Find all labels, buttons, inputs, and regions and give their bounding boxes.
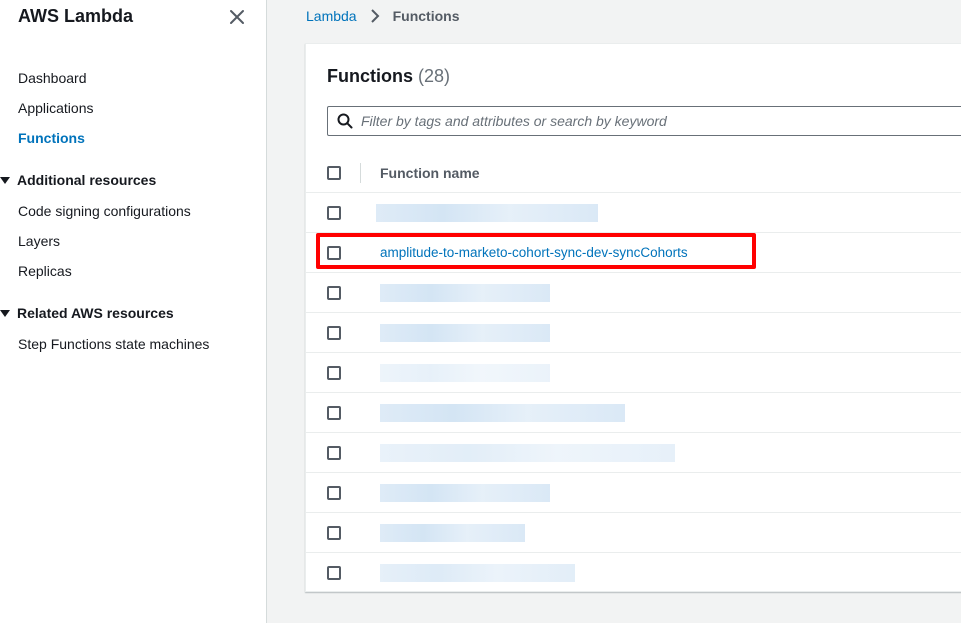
sidebar-item-code-signing[interactable]: Code signing configurations [18, 203, 191, 219]
breadcrumb-lambda[interactable]: Lambda [306, 8, 357, 24]
redacted-function-name [380, 364, 550, 382]
section-additional-resources[interactable]: Additional resources [0, 172, 156, 188]
redacted-function-name [380, 484, 550, 502]
function-link[interactable]: amplitude-to-marketo-cohort-sync-dev-syn… [380, 245, 688, 260]
table-row [306, 193, 961, 233]
select-all-checkbox[interactable] [327, 166, 341, 180]
table-row [306, 553, 961, 593]
functions-panel: Functions (28) Function name amplitude-t… [305, 43, 961, 592]
redacted-function-name [380, 404, 625, 422]
table-row [306, 393, 961, 433]
table-row [306, 433, 961, 473]
caret-down-icon [0, 176, 10, 184]
row-checkbox[interactable] [327, 486, 341, 500]
search-bar[interactable] [327, 106, 961, 136]
redacted-function-name [376, 204, 598, 222]
sidebar-title: AWS Lambda [18, 6, 134, 26]
caret-down-icon [0, 309, 10, 317]
search-input[interactable] [361, 113, 961, 129]
row-checkbox[interactable] [327, 526, 341, 540]
redacted-function-name [380, 564, 575, 582]
row-checkbox[interactable] [327, 566, 341, 580]
table-row [306, 353, 961, 393]
sidebar: AWS Lambda Dashboard Applications Functi… [0, 0, 267, 623]
row-checkbox[interactable] [327, 406, 341, 420]
search-icon [337, 113, 353, 129]
row-checkbox[interactable] [327, 326, 341, 340]
row-checkbox[interactable] [327, 246, 341, 260]
section-label: Additional resources [17, 172, 157, 188]
breadcrumb: Lambda Functions [306, 8, 459, 24]
function-count: (28) [418, 66, 451, 86]
sidebar-item-layers[interactable]: Layers [18, 233, 60, 249]
sidebar-item-replicas[interactable]: Replicas [18, 263, 72, 279]
table-header: Function name [306, 153, 961, 193]
section-related-aws-resources[interactable]: Related AWS resources [0, 305, 174, 321]
table-row [306, 513, 961, 553]
column-divider [360, 163, 361, 183]
column-header-function-name[interactable]: Function name [380, 165, 480, 181]
table-row [306, 313, 961, 353]
panel-title: Functions (28) [327, 66, 450, 87]
row-checkbox[interactable] [327, 206, 341, 220]
redacted-function-name [380, 524, 525, 542]
row-checkbox[interactable] [327, 366, 341, 380]
sidebar-item-dashboard[interactable]: Dashboard [18, 70, 87, 86]
table-row [306, 273, 961, 313]
table-row [306, 473, 961, 513]
close-icon[interactable] [228, 8, 246, 26]
row-checkbox[interactable] [327, 286, 341, 300]
sidebar-item-applications[interactable]: Applications [18, 100, 94, 116]
sidebar-item-step-functions[interactable]: Step Functions state machines [18, 336, 209, 352]
table-row: amplitude-to-marketo-cohort-sync-dev-syn… [306, 233, 961, 273]
redacted-function-name [380, 284, 550, 302]
panel-title-text: Functions [327, 66, 413, 86]
sidebar-item-functions[interactable]: Functions [18, 130, 85, 146]
functions-table: Function name amplitude-to-marketo-cohor… [306, 153, 961, 593]
redacted-function-name [380, 444, 675, 462]
redacted-function-name [380, 324, 550, 342]
row-checkbox[interactable] [327, 446, 341, 460]
section-label: Related AWS resources [17, 305, 174, 321]
chevron-right-icon [370, 9, 380, 23]
breadcrumb-functions: Functions [392, 8, 460, 24]
